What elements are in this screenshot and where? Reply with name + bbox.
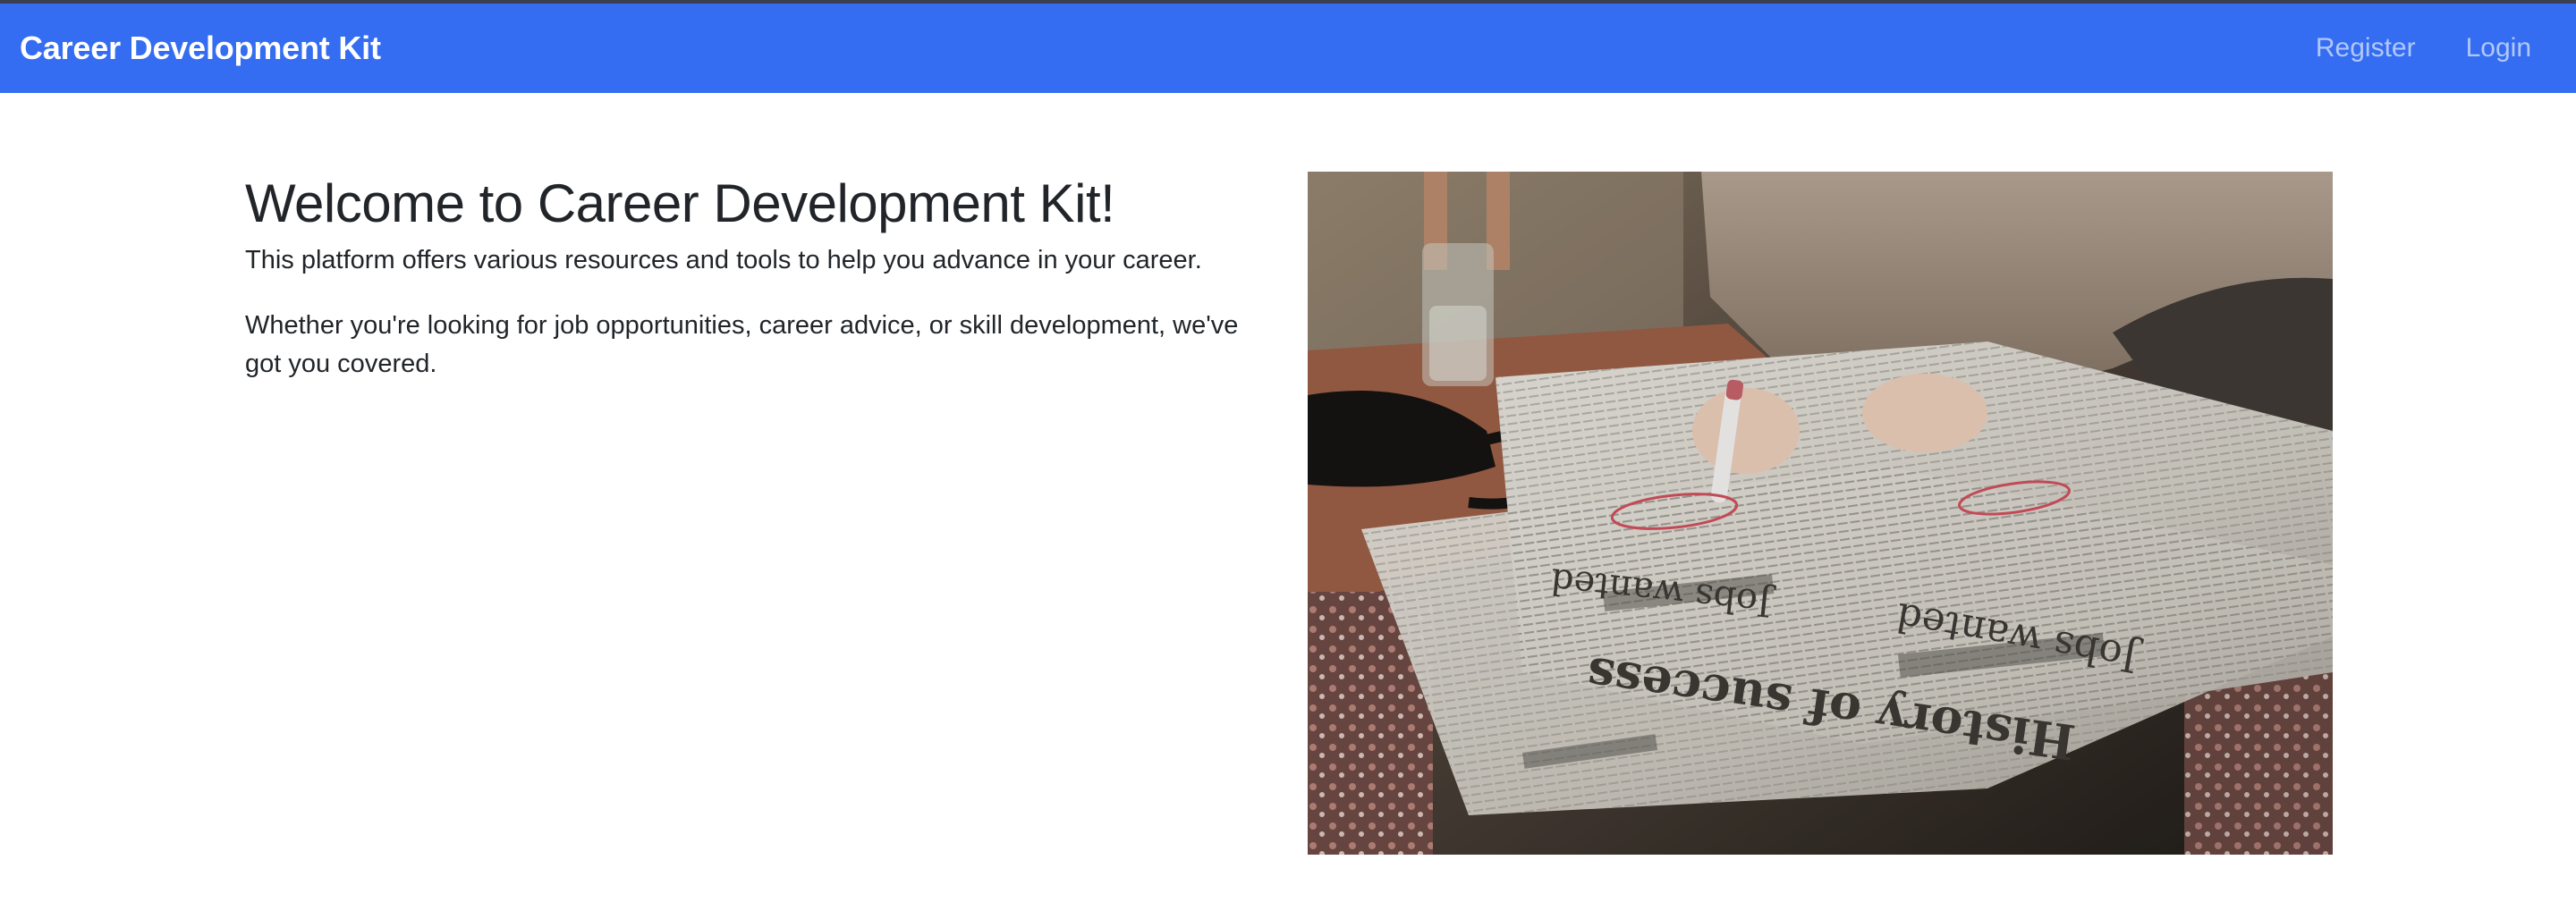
brand-link[interactable]: Career Development Kit: [20, 30, 381, 67]
login-link[interactable]: Login: [2441, 33, 2556, 63]
intro-section: Welcome to Career Development Kit! This …: [245, 172, 1274, 384]
main-content: Welcome to Career Development Kit! This …: [245, 172, 2333, 855]
intro-paragraph: This platform offers various resources a…: [245, 246, 1202, 274]
navbar: Career Development Kit Register Login: [0, 4, 2576, 93]
page-title: Welcome to Career Development Kit!: [245, 173, 1115, 233]
nav-links: Register Login: [2291, 33, 2556, 63]
coverage-paragraph: Whether you're looking for job opportuni…: [245, 311, 1239, 378]
hero-image: Jobs wanted History of success Jobs want…: [1308, 172, 2333, 855]
register-link[interactable]: Register: [2291, 33, 2441, 63]
newspaper-photo: Jobs wanted History of success Jobs want…: [1308, 172, 2333, 855]
